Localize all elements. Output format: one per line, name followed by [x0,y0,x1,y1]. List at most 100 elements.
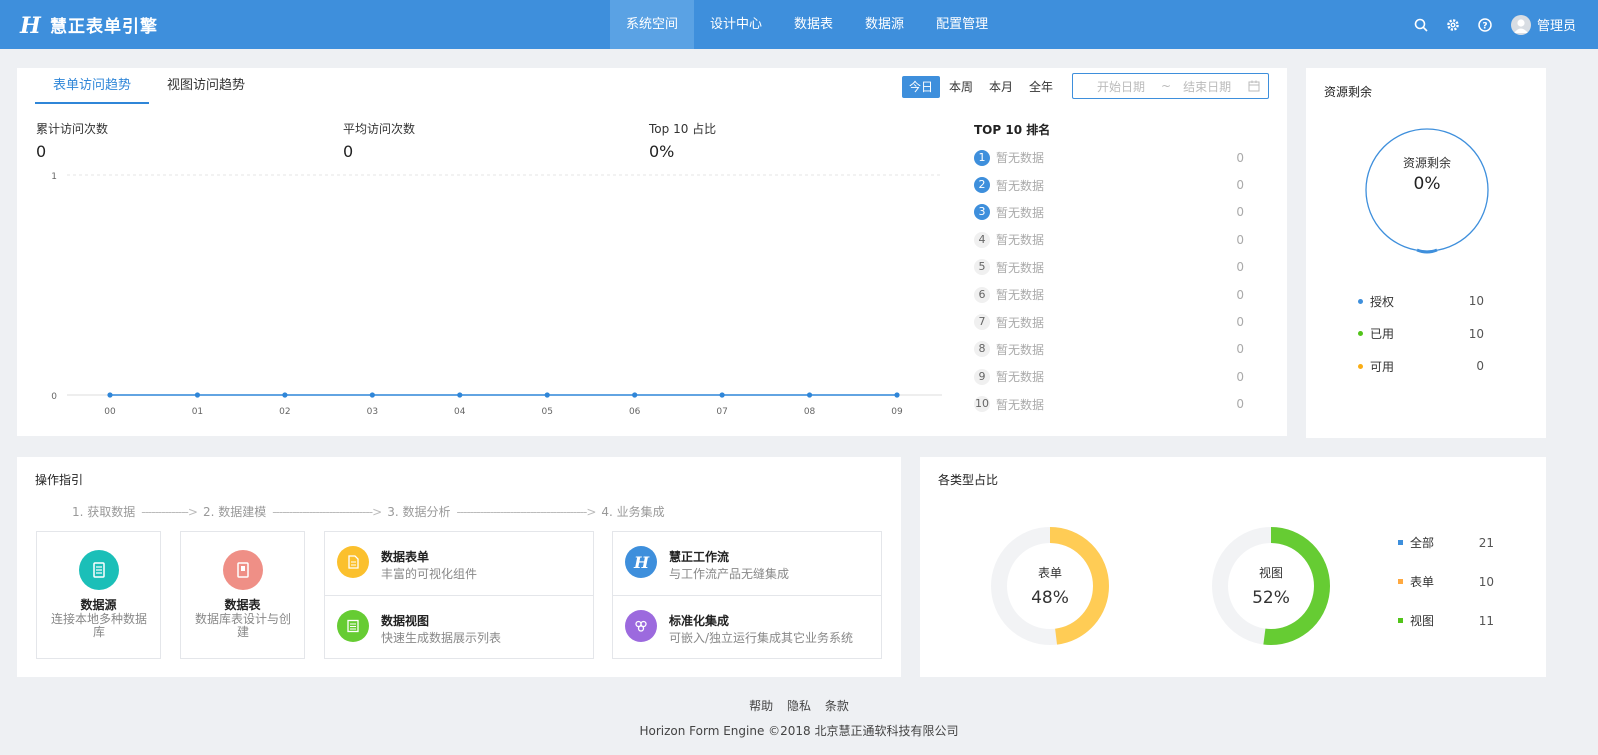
step-1: 1. 获取数据 [72,505,136,519]
data-point[interactable] [894,392,900,398]
rank-value: 0 [1236,342,1244,357]
data-point[interactable] [282,392,288,398]
rank-row: 8 暂无数据 0 [974,336,1244,363]
data-point[interactable] [107,392,113,398]
database-icon [79,550,119,590]
card-data-table[interactable]: 数据表 数据库表设计与创建 [180,531,305,659]
footer-links: 帮助 隐私 条款 [0,697,1598,714]
rank-number: 10 [974,396,990,413]
rank-number: 4 [974,231,990,248]
rank-value: 0 [1236,232,1244,247]
legend-label: 表单 [1410,575,1435,589]
footer-terms-link[interactable]: 条款 [825,699,849,713]
nav-data-table[interactable]: 数据表 [778,0,849,49]
data-point[interactable] [719,392,725,398]
legend-label: 已用 [1370,327,1395,342]
x-tick-label: 00 [104,407,116,417]
rank-title: TOP 10 排名 [974,123,1051,137]
start-date-input[interactable]: 开始日期 [1097,78,1145,95]
rank-number: 2 [974,177,990,194]
app-logo[interactable]: H 慧正表单引擎 [18,12,158,38]
legend-item: 授权 10 [1358,285,1488,318]
form-icon [337,546,369,578]
legend-value: 0 [1476,359,1484,374]
y-tick-label: 0 [51,392,57,402]
data-point[interactable] [632,392,638,398]
gear-icon[interactable] [1445,17,1461,33]
rank-name: 暂无数据 [996,315,1045,330]
stat-top10-ratio: Top 10 占比 0% [649,120,716,161]
card-integration[interactable]: 标准化集成 可嵌入/独立运行集成其它业务系统 [613,596,881,659]
legend-value: 10 [1478,574,1494,589]
rank-row: 6 暂无数据 0 [974,281,1244,308]
legend-item[interactable]: 视图 11 [1398,601,1498,640]
calendar-icon[interactable] [1248,80,1260,92]
type-legend: 全部 21 表单 10 视图 11 [1398,523,1498,640]
tab-view-trend[interactable]: 视图访问趋势 [149,76,263,104]
card-data-view[interactable]: 数据视图 快速生成数据展示列表 [325,596,593,659]
footer-copyright: Horizon Form Engine ©2018 北京慧正通软科技有限公司 [639,724,959,738]
svg-text:?: ? [1482,21,1487,31]
legend-label: 视图 [1410,614,1435,628]
data-point[interactable] [457,392,463,398]
card-desc: 可嵌入/独立运行集成其它业务系统 [669,631,854,645]
legend-dot [1358,363,1363,369]
range-month-button[interactable]: 本月 [982,76,1020,98]
integration-icon [625,610,657,642]
footer-help-link[interactable]: 帮助 [749,699,773,713]
data-point[interactable] [194,392,201,398]
range-year-button[interactable]: 全年 [1022,76,1060,98]
nav-config[interactable]: 配置管理 [920,0,1004,49]
rank-row: 5 暂无数据 0 [974,254,1244,281]
end-date-input[interactable]: 结束日期 [1183,78,1231,95]
rank-name: 暂无数据 [996,178,1045,193]
rank-value: 0 [1236,397,1244,412]
step-arrow: --------------> [141,504,198,519]
top-bar: H 慧正表单引擎 系统空间 设计中心 数据表 数据源 配置管理 ? 管理员 [0,0,1598,49]
data-point[interactable] [369,392,375,398]
tab-form-trend[interactable]: 表单访问趋势 [35,76,150,104]
step-arrow: ---------------------------------------> [456,504,596,519]
card-data-form[interactable]: 数据表单 丰富的可视化组件 [325,532,593,595]
rank-value: 0 [1236,150,1244,165]
search-icon[interactable] [1413,17,1429,33]
list-icon [337,610,369,642]
legend-item[interactable]: 全部 21 [1398,523,1498,562]
rank-number: 3 [974,204,990,221]
card-data-source[interactable]: 数据源 连接本地多种数据库 [36,531,161,659]
footer-privacy-link[interactable]: 隐私 [787,699,811,713]
date-range-picker[interactable]: 开始日期 ~ 结束日期 [1072,73,1269,99]
card-workflow[interactable]: H 慧正工作流 与工作流产品无缝集成 [613,532,881,595]
range-today-button[interactable]: 今日 [902,76,941,98]
legend-item: 可用 0 [1358,350,1488,383]
data-point[interactable] [544,392,550,398]
nav-design-center[interactable]: 设计中心 [694,0,778,49]
donut-label: 视图 [1258,566,1283,580]
card-name: 数据表单 [381,550,430,564]
rank-number: 8 [974,341,990,358]
user-name[interactable]: 管理员 [1537,15,1576,34]
x-tick-label: 06 [629,407,641,417]
card-name: 标准化集成 [669,614,730,628]
rank-number: 7 [974,314,990,331]
legend-item[interactable]: 表单 10 [1398,562,1498,601]
workflow-logo-icon: H [625,546,657,578]
stat-label: 平均访问次数 [343,122,416,136]
range-week-button[interactable]: 本周 [942,76,980,98]
rank-name: 暂无数据 [996,342,1045,357]
help-icon[interactable]: ? [1477,17,1493,33]
nav-data-source[interactable]: 数据源 [849,0,920,49]
rank-number: 6 [974,286,990,303]
data-point[interactable] [806,392,813,398]
avatar[interactable] [1510,14,1531,35]
stat-total-visits: 累计访问次数 0 [36,120,108,161]
card-desc: 快速生成数据展示列表 [381,631,502,645]
card-name: 数据表 [224,598,261,612]
nav-system-space[interactable]: 系统空间 [610,0,695,49]
rank-value: 0 [1236,315,1244,330]
svg-text:H: H [633,553,650,571]
app-title: 慧正表单引擎 [50,17,158,37]
card-group-integration: H 慧正工作流 与工作流产品无缝集成 标准化集成 可嵌入/独立运行集成其它业务系… [612,531,882,659]
svg-text:H: H [19,13,42,37]
step-4: 4. 业务集成 [601,505,665,519]
